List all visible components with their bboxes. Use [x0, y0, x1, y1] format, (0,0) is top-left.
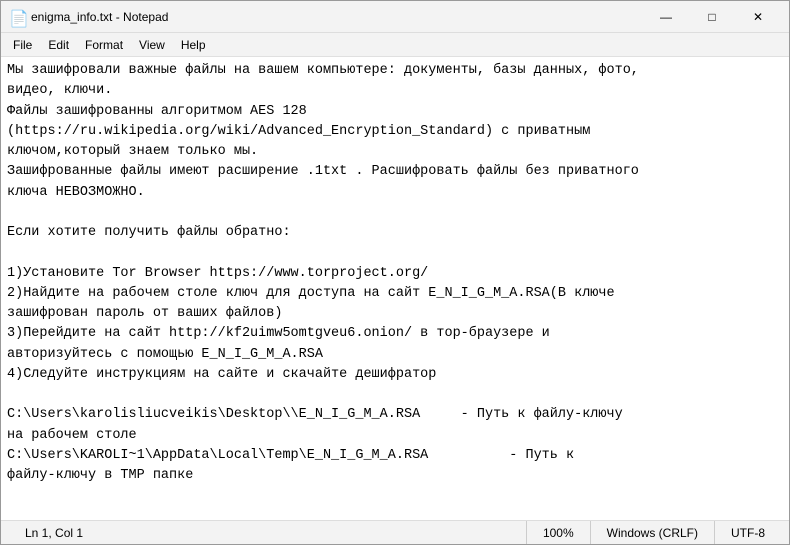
menu-view[interactable]: View [131, 36, 173, 54]
status-line-ending: Windows (CRLF) [591, 521, 715, 544]
status-position: Ln 1, Col 1 [9, 521, 527, 544]
title-bar: 📄 enigma_info.txt - Notepad — □ ✕ [1, 1, 789, 33]
text-area-container [1, 57, 789, 520]
close-button[interactable]: ✕ [735, 1, 781, 33]
status-zoom: 100% [527, 521, 591, 544]
menu-format[interactable]: Format [77, 36, 131, 54]
window-title: enigma_info.txt - Notepad [31, 10, 643, 24]
menu-help[interactable]: Help [173, 36, 214, 54]
maximize-button[interactable]: □ [689, 1, 735, 33]
window-controls: — □ ✕ [643, 1, 781, 33]
text-editor[interactable] [1, 57, 789, 520]
menu-bar: File Edit Format View Help [1, 33, 789, 57]
status-encoding: UTF-8 [715, 521, 781, 544]
menu-file[interactable]: File [5, 36, 40, 54]
status-bar: Ln 1, Col 1 100% Windows (CRLF) UTF-8 [1, 520, 789, 544]
notepad-window: 📄 enigma_info.txt - Notepad — □ ✕ File E… [0, 0, 790, 545]
menu-edit[interactable]: Edit [40, 36, 77, 54]
app-icon: 📄 [9, 9, 25, 25]
minimize-button[interactable]: — [643, 1, 689, 33]
